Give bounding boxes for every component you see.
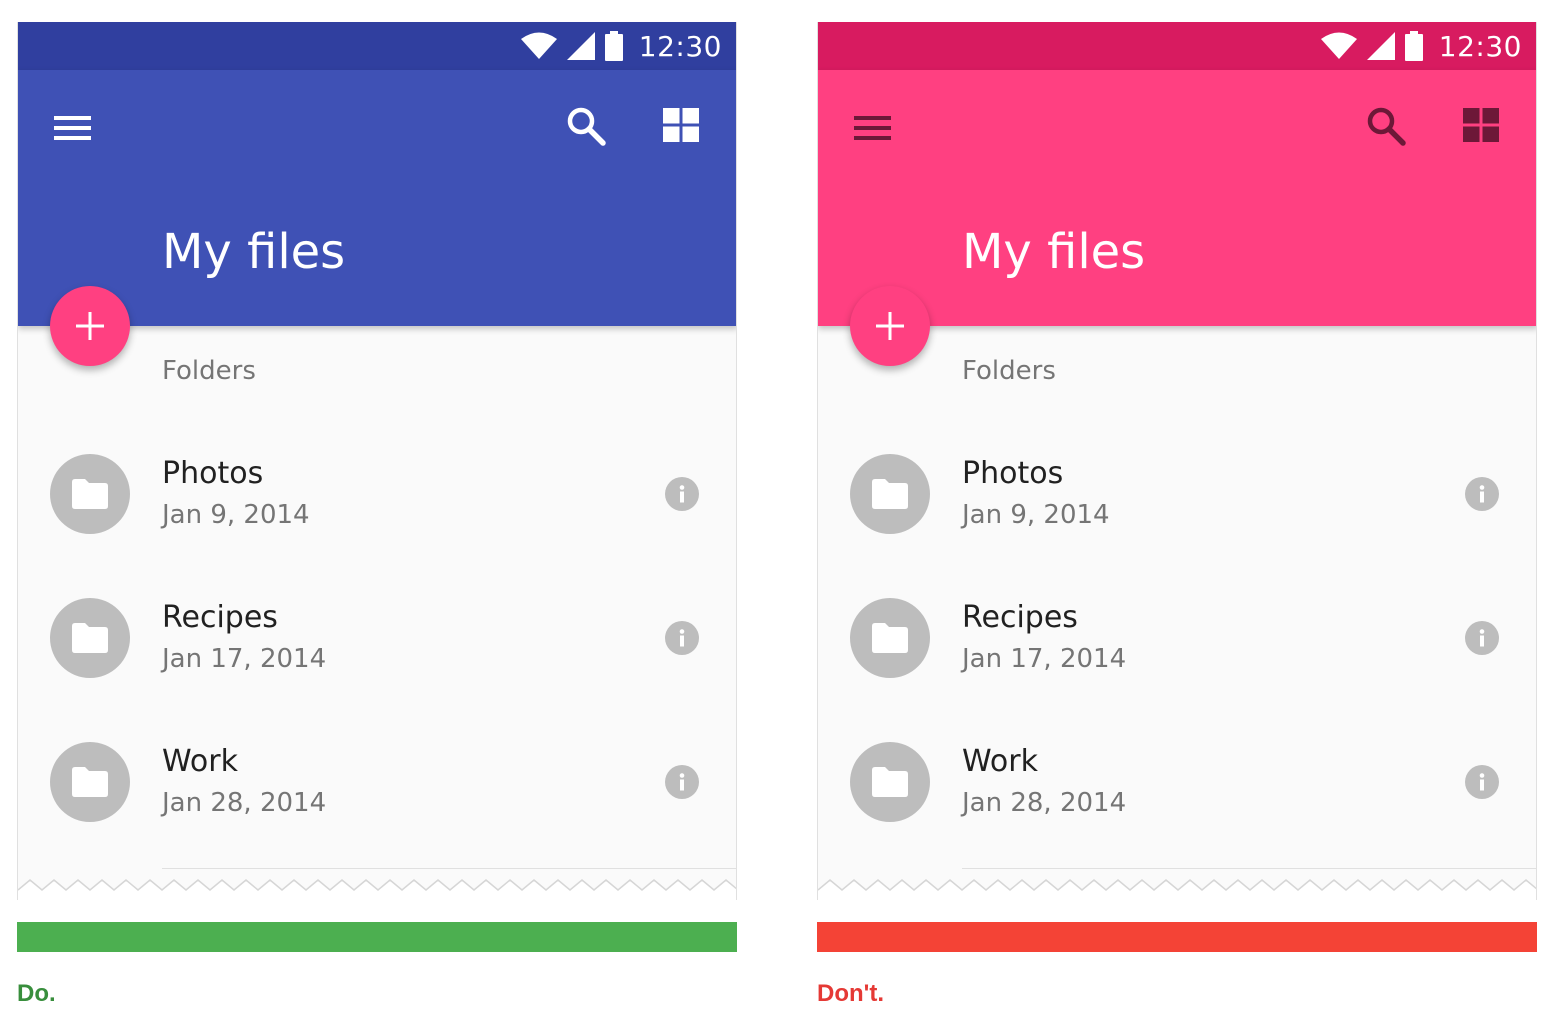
folder-icon bbox=[72, 767, 108, 797]
search-button[interactable] bbox=[1366, 106, 1406, 146]
folder-icon bbox=[872, 623, 908, 653]
folder-list-item[interactable]: Work Jan 28, 2014 bbox=[18, 710, 736, 854]
dont-example-panel: 12:30 My files Folders Photos Jan 9, 201… bbox=[817, 22, 1537, 1007]
folder-date: Jan 17, 2014 bbox=[162, 644, 327, 674]
search-icon bbox=[567, 107, 606, 146]
info-button[interactable] bbox=[1465, 765, 1499, 799]
status-bar: 12:30 bbox=[18, 22, 736, 70]
torn-edge bbox=[818, 879, 1536, 900]
folder-list-item[interactable]: Recipes Jan 17, 2014 bbox=[18, 566, 736, 710]
folder-name: Work bbox=[962, 744, 1038, 779]
add-icon bbox=[876, 312, 904, 340]
folder-avatar bbox=[850, 742, 930, 822]
wifi-icon bbox=[1320, 32, 1357, 59]
add-icon bbox=[76, 312, 104, 340]
status-time: 12:30 bbox=[638, 29, 722, 63]
section-label: Folders bbox=[962, 356, 1056, 386]
search-button[interactable] bbox=[566, 106, 606, 146]
menu-button[interactable] bbox=[854, 114, 892, 142]
info-icon bbox=[1479, 773, 1485, 791]
folder-avatar bbox=[850, 454, 930, 534]
folder-name: Recipes bbox=[962, 600, 1078, 635]
grid-view-icon bbox=[1463, 108, 1499, 142]
folder-list-item[interactable]: Work Jan 28, 2014 bbox=[818, 710, 1536, 854]
folder-date: Jan 28, 2014 bbox=[962, 788, 1127, 818]
verdict-caption: Don't. bbox=[817, 980, 885, 1007]
folder-list-item[interactable]: Recipes Jan 17, 2014 bbox=[818, 566, 1536, 710]
grid-view-button[interactable] bbox=[1463, 108, 1499, 142]
add-fab-button[interactable] bbox=[850, 286, 930, 366]
folder-date: Jan 9, 2014 bbox=[162, 500, 310, 530]
folder-avatar bbox=[50, 598, 130, 678]
folder-avatar bbox=[850, 598, 930, 678]
folder-list-item[interactable]: Photos Jan 9, 2014 bbox=[18, 422, 736, 566]
phone-screen: 12:30 My files Folders Photos Jan 9, 201… bbox=[817, 22, 1537, 900]
verdict-bar bbox=[17, 922, 737, 952]
do-example-panel: 12:30 My files Folders Photos Jan 9, 201… bbox=[17, 22, 737, 1007]
folder-icon bbox=[872, 479, 908, 509]
folder-icon bbox=[872, 767, 908, 797]
info-button[interactable] bbox=[665, 477, 699, 511]
menu-icon bbox=[854, 116, 891, 140]
info-button[interactable] bbox=[1465, 621, 1499, 655]
app-bar: My files bbox=[18, 70, 736, 326]
status-icons: 12:30 bbox=[520, 29, 722, 63]
info-button[interactable] bbox=[1465, 477, 1499, 511]
folder-date: Jan 9, 2014 bbox=[962, 500, 1110, 530]
grid-view-button[interactable] bbox=[663, 108, 699, 142]
folder-icon bbox=[72, 479, 108, 509]
folder-avatar bbox=[50, 742, 130, 822]
folder-name: Photos bbox=[962, 456, 1064, 491]
info-icon bbox=[679, 485, 685, 503]
page-title: My files bbox=[162, 224, 346, 280]
battery-icon bbox=[604, 31, 623, 61]
folder-date: Jan 28, 2014 bbox=[162, 788, 327, 818]
folder-name: Work bbox=[162, 744, 238, 779]
cellular-signal-icon bbox=[1366, 32, 1395, 60]
status-bar: 12:30 bbox=[818, 22, 1536, 70]
list-divider bbox=[162, 868, 736, 869]
folder-date: Jan 17, 2014 bbox=[962, 644, 1127, 674]
folder-name: Recipes bbox=[162, 600, 278, 635]
search-icon bbox=[1367, 107, 1406, 146]
folder-avatar bbox=[50, 454, 130, 534]
cellular-signal-icon bbox=[566, 32, 595, 60]
status-icons: 12:30 bbox=[1320, 29, 1522, 63]
battery-icon bbox=[1404, 31, 1423, 61]
info-icon bbox=[1479, 485, 1485, 503]
folder-list-item[interactable]: Photos Jan 9, 2014 bbox=[818, 422, 1536, 566]
add-fab-button[interactable] bbox=[50, 286, 130, 366]
folder-icon bbox=[72, 623, 108, 653]
info-button[interactable] bbox=[665, 765, 699, 799]
verdict-caption: Do. bbox=[17, 980, 56, 1007]
section-label: Folders bbox=[162, 356, 256, 386]
torn-edge bbox=[18, 879, 736, 900]
status-time: 12:30 bbox=[1438, 29, 1522, 63]
info-button[interactable] bbox=[665, 621, 699, 655]
wifi-icon bbox=[520, 32, 557, 59]
phone-screen: 12:30 My files Folders Photos Jan 9, 201… bbox=[17, 22, 737, 900]
page-title: My files bbox=[962, 224, 1146, 280]
list-divider bbox=[962, 868, 1536, 869]
app-bar: My files bbox=[818, 70, 1536, 326]
menu-button[interactable] bbox=[54, 114, 92, 142]
menu-icon bbox=[54, 116, 91, 140]
info-icon bbox=[679, 629, 685, 647]
info-icon bbox=[679, 773, 685, 791]
folder-name: Photos bbox=[162, 456, 264, 491]
info-icon bbox=[1479, 629, 1485, 647]
verdict-bar bbox=[817, 922, 1537, 952]
grid-view-icon bbox=[663, 108, 699, 142]
